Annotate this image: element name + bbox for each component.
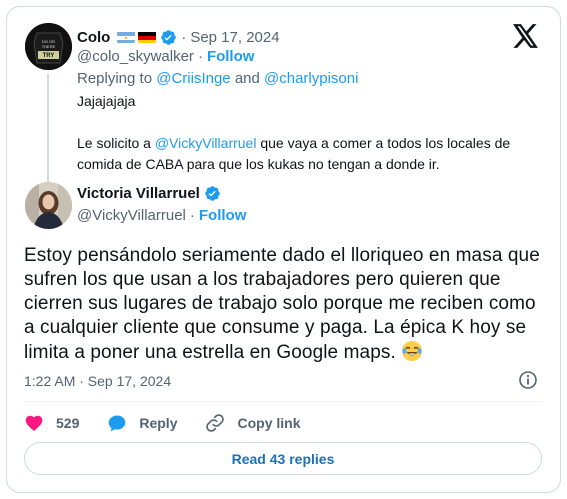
main-header: Victoria Villarruel [77, 185, 221, 202]
replying-and: and [234, 70, 260, 87]
reply-label: Reply [139, 415, 178, 431]
heart-icon [25, 415, 43, 431]
divider [24, 401, 542, 402]
info-icon[interactable] [518, 370, 538, 390]
separator-dot: · [197, 48, 203, 65]
mention-link[interactable]: @VickyVillarruel [155, 135, 257, 151]
joy-emoji-icon [401, 340, 423, 362]
replying-to-line: Replying to @CriisInge and @charlypisoni [77, 70, 358, 87]
main-tweet-text-block: Estoy pensándolo seriamente dado el llor… [24, 244, 544, 365]
main-tweet-text: Estoy pensándolo seriamente dado el llor… [24, 245, 540, 363]
parent-author-name[interactable]: Colo [77, 29, 110, 46]
svg-text:THERE: THERE [42, 44, 56, 49]
verified-badge-icon [160, 29, 177, 46]
thread-line [47, 74, 49, 182]
read-replies-button[interactable]: Read 43 replies [24, 442, 542, 475]
action-bar: 529 Reply Copy link [24, 412, 301, 434]
like-count: 529 [56, 415, 80, 431]
separator-dot: · [181, 28, 187, 46]
follow-victoria-button[interactable]: Follow [199, 207, 247, 224]
victoria-avatar[interactable] [25, 182, 72, 229]
argentina-flag-icon [117, 31, 136, 43]
replying-user-1-link[interactable]: @CriisInge [156, 70, 230, 87]
link-icon [206, 414, 225, 432]
replying-user-2-link[interactable]: @charlypisoni [264, 70, 358, 87]
parent-text: Le solicito a @VickyVillarruel que vaya … [77, 133, 537, 175]
main-author-name[interactable]: Victoria Villarruel [77, 185, 200, 202]
reply-bubble-icon [109, 415, 126, 432]
parent-text-pre: Le solicito a [77, 135, 155, 151]
tweet-timestamp[interactable]: 1:22 AM · Sep 17, 2024 [24, 373, 171, 389]
main-handle-row: @VickyVillarruel · Follow [77, 207, 246, 224]
svg-text:TRY: TRY [43, 53, 55, 59]
x-logo-icon[interactable] [513, 24, 539, 48]
verified-badge-icon [204, 185, 221, 202]
parent-handle-row: @colo_skywalker · Follow [77, 48, 254, 65]
parent-header: Colo · Sep 17, 2024 [77, 27, 280, 47]
parent-text-line1: Jajajajaja [77, 93, 136, 109]
separator-dot: · [189, 207, 195, 224]
follow-colo-button[interactable]: Follow [207, 48, 255, 65]
main-handle[interactable]: @VickyVillarruel [77, 207, 186, 224]
colo-avatar[interactable]: TRY DO OR THERE [25, 23, 72, 70]
reply-button[interactable]: Reply [107, 413, 177, 433]
copy-link-label: Copy link [237, 415, 301, 431]
like-button[interactable]: 529 [24, 413, 79, 433]
parent-handle[interactable]: @colo_skywalker [77, 48, 194, 65]
parent-date[interactable]: Sep 17, 2024 [190, 29, 279, 46]
germany-flag-icon [138, 31, 157, 43]
copy-link-button[interactable]: Copy link [205, 413, 301, 433]
replying-prefix: Replying to [77, 70, 153, 87]
